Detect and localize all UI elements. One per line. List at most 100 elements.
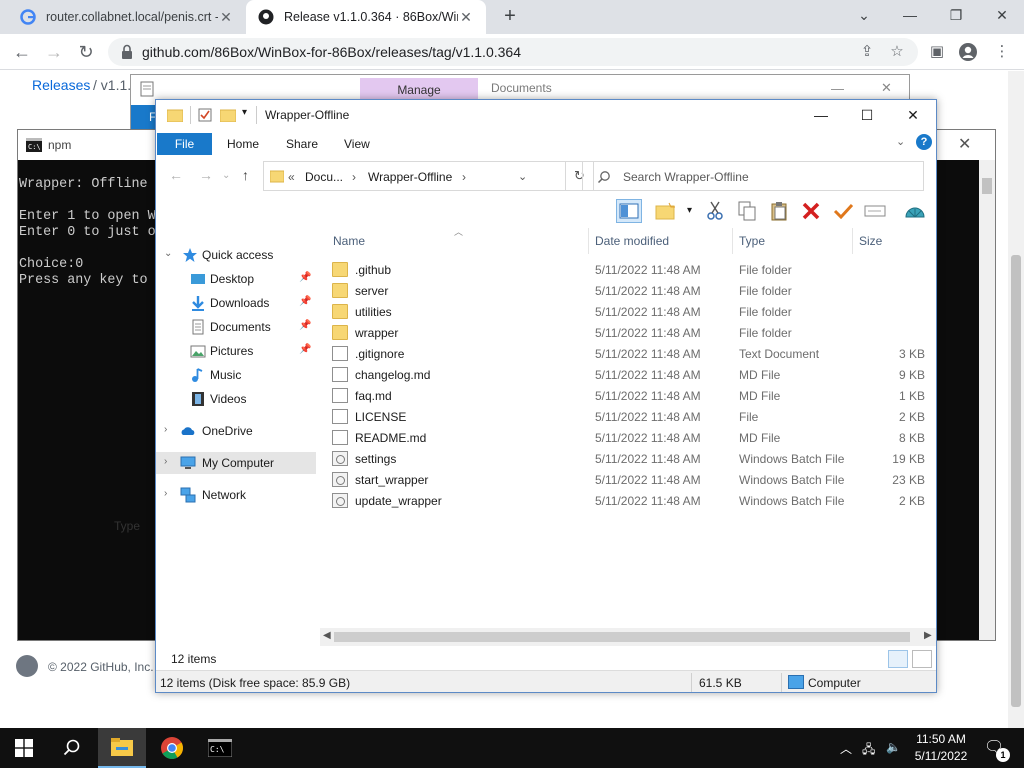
search-input[interactable]: Search Wrapper-Offline <box>582 161 924 191</box>
up-arrow-icon[interactable]: ↑ <box>242 167 249 183</box>
tab-search-chevron-icon[interactable]: ⌄ <box>850 4 878 26</box>
close-icon[interactable]: ✕ <box>881 80 892 96</box>
breadcrumb-overflow[interactable]: « <box>288 170 295 184</box>
new-tab-button[interactable]: + <box>498 5 522 29</box>
console-scrollbar-thumb[interactable] <box>982 178 992 194</box>
file-row[interactable]: LICENSE 5/11/2022 11:48 AM File 2 KB <box>320 406 925 427</box>
file-row[interactable]: start_wrapper 5/11/2022 11:48 AM Windows B… <box>320 469 925 490</box>
pin-icon[interactable]: 📌 <box>299 344 311 355</box>
breadcrumb-wrapper-offline[interactable]: Wrapper-Offline <box>368 170 452 184</box>
back-icon[interactable]: ← <box>10 40 34 64</box>
back-icon[interactable]: ← <box>169 167 183 183</box>
column-size[interactable]: Size <box>859 234 882 248</box>
close-icon[interactable]: ✕ <box>958 134 971 154</box>
file-row[interactable]: README.md 5/11/2022 11:48 AM MD File 8 KB <box>320 427 925 448</box>
preview-pane-icon[interactable] <box>616 199 642 223</box>
file-row[interactable]: settings 5/11/2022 11:48 AM Windows Batch … <box>320 448 925 469</box>
pin-icon[interactable]: 📌 <box>299 320 311 331</box>
nav-network[interactable]: › Network <box>156 484 316 506</box>
minimize-icon[interactable]: — <box>806 104 836 126</box>
tab-share[interactable]: Share <box>286 137 318 151</box>
address-dropdown-chevron-icon[interactable]: ⌄ <box>518 170 527 183</box>
share-icon[interactable]: ⇪ <box>858 43 876 61</box>
rename-icon[interactable] <box>862 199 888 223</box>
wrapper-offline-explorer-window[interactable]: ▾ Wrapper-Offline — ☐ ✕ File Home Share … <box>155 99 937 693</box>
file-row[interactable]: .github 5/11/2022 11:48 AM File folder <box>320 259 920 280</box>
properties-check-icon[interactable] <box>198 108 212 122</box>
column-type[interactable]: Type <box>739 234 765 248</box>
scroll-left-icon[interactable]: ◀ <box>323 630 331 641</box>
column-date-modified[interactable]: Date modified <box>595 234 669 248</box>
tab-view[interactable]: View <box>344 137 370 151</box>
properties-check-icon[interactable] <box>830 199 856 223</box>
paste-icon[interactable] <box>766 199 792 223</box>
delete-icon[interactable] <box>798 199 824 223</box>
network-tray-icon[interactable]: 🖧 <box>862 740 875 761</box>
menu-kebab-icon[interactable]: ⋮ <box>992 42 1012 62</box>
nav-downloads[interactable]: Downloads 📌 <box>156 292 316 314</box>
minimize-icon[interactable]: — <box>831 81 844 96</box>
github-footer-logo-icon[interactable] <box>16 655 38 677</box>
tab-close-icon[interactable]: ✕ <box>218 9 234 26</box>
file-row[interactable]: update_wrapper 5/11/2022 11:48 AM Windows … <box>320 490 925 511</box>
nav-videos[interactable]: Videos <box>156 388 316 410</box>
file-row[interactable]: .gitignore 5/11/2022 11:48 AM Text Documen… <box>320 343 925 364</box>
address-bar[interactable]: github.com/86Box/WinBox-for-86Box/releas… <box>108 38 918 66</box>
file-row[interactable]: changelog.md 5/11/2022 11:48 AM MD File 9 K… <box>320 364 925 385</box>
maximize-icon[interactable]: ☐ <box>852 104 882 126</box>
large-icons-view-icon[interactable] <box>912 650 932 668</box>
expanded-chevron-icon[interactable]: ⌄ <box>164 248 172 259</box>
forward-icon[interactable]: → <box>199 167 213 183</box>
clock-time[interactable]: 11:50 AM <box>912 732 970 746</box>
explorer-titlebar[interactable]: ▾ Wrapper-Offline — ☐ ✕ <box>156 100 936 130</box>
nav-onedrive[interactable]: › OneDrive <box>156 420 316 442</box>
console-scrollbar[interactable] <box>979 160 995 640</box>
copy-icon[interactable] <box>734 199 760 223</box>
breadcrumb-documents[interactable]: Docu... <box>305 170 343 184</box>
tab-router-crt[interactable]: router.collabnet.local/penis.crt - G ✕ <box>8 0 246 34</box>
collapsed-chevron-icon[interactable]: › <box>164 456 167 467</box>
breadcrumb-separator-icon[interactable]: › <box>462 170 466 184</box>
horizontal-scrollbar-thumb[interactable] <box>334 632 910 642</box>
volume-icon[interactable]: 🔈 <box>886 740 901 754</box>
collapsed-chevron-icon[interactable]: › <box>164 424 167 435</box>
new-folder-icon[interactable] <box>653 199 679 223</box>
nav-music[interactable]: Music <box>156 364 316 386</box>
clock-date[interactable]: 5/11/2022 <box>912 749 970 763</box>
tab-file[interactable]: File <box>157 133 212 155</box>
file-row[interactable]: faq.md 5/11/2022 11:48 AM MD File 1 KB <box>320 385 925 406</box>
file-row[interactable]: utilities 5/11/2022 11:48 AM File folder <box>320 301 920 322</box>
shell-icon[interactable] <box>902 199 928 223</box>
expand-ribbon-chevron-icon[interactable]: ⌄ <box>896 135 905 148</box>
bookmark-star-icon[interactable]: ☆ <box>888 43 906 61</box>
tab-github-release[interactable]: Release v1.1.0.364 · 86Box/WinBo ✕ <box>246 0 486 34</box>
new-folder-dropdown-icon[interactable]: ▾ <box>687 205 692 216</box>
reload-icon[interactable]: ↻ <box>74 40 98 64</box>
manage-tab[interactable]: Manage <box>360 78 478 100</box>
minimize-icon[interactable]: — <box>896 4 924 26</box>
horizontal-scrollbar[interactable]: ◀ ▶ <box>320 628 936 646</box>
close-icon[interactable]: ✕ <box>898 104 928 126</box>
show-hidden-icons-chevron-icon[interactable]: ︿ <box>840 740 852 757</box>
profile-avatar-icon[interactable] <box>958 42 978 62</box>
restore-icon[interactable]: ❐ <box>942 4 970 26</box>
forward-icon[interactable]: → <box>42 40 66 64</box>
file-explorer-taskbar-icon[interactable] <box>98 728 146 768</box>
collapsed-chevron-icon[interactable]: › <box>164 488 167 499</box>
close-icon[interactable]: ✕ <box>988 4 1016 26</box>
nav-quick-access[interactable]: ⌄ Quick access <box>156 244 316 266</box>
start-windows-icon[interactable] <box>0 728 48 768</box>
help-icon[interactable]: ? <box>916 134 932 150</box>
console-taskbar-icon[interactable]: C:\ <box>196 728 244 768</box>
tab-close-icon[interactable]: ✕ <box>458 9 474 26</box>
column-name[interactable]: Name <box>333 234 365 248</box>
pin-icon[interactable]: 📌 <box>299 272 311 283</box>
details-view-icon[interactable] <box>888 650 908 668</box>
cut-icon[interactable] <box>702 199 728 223</box>
file-row[interactable]: wrapper 5/11/2022 11:48 AM File folder <box>320 322 920 343</box>
customize-qat-icon[interactable]: ▾ <box>242 107 247 118</box>
breadcrumb-separator-icon[interactable]: › <box>352 170 356 184</box>
search-icon[interactable] <box>48 728 96 768</box>
releases-link[interactable]: Releases <box>32 77 90 93</box>
tab-home[interactable]: Home <box>227 137 259 151</box>
